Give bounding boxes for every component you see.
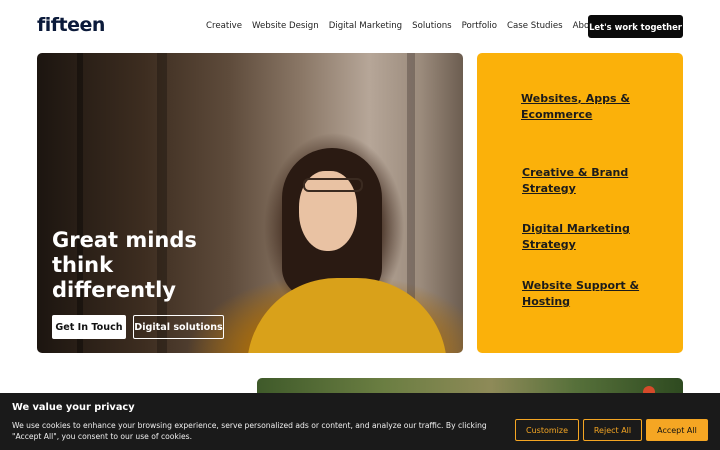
nav-item-portfolio[interactable]: Portfolio [462, 21, 497, 31]
link-separator: , [577, 92, 586, 105]
cookie-title: We value your privacy [12, 402, 135, 413]
nav-item-solutions[interactable]: Solutions [412, 21, 452, 31]
hero-title: Great minds think differently [52, 228, 197, 302]
get-in-touch-button[interactable]: Get In Touch [52, 315, 126, 339]
apps-link-part[interactable]: Apps [586, 92, 617, 105]
digital-solutions-button[interactable]: Digital solutions [133, 315, 224, 339]
background-building [157, 53, 167, 353]
nav-item-case-studies[interactable]: Case Studies [507, 21, 563, 31]
accept-all-button[interactable]: Accept All [646, 419, 708, 441]
customize-button[interactable]: Customize [515, 419, 579, 441]
services-link-creative-brand-strategy[interactable]: Creative & Brand Strategy [522, 165, 682, 197]
main-nav: Creative Website Design Digital Marketin… [206, 21, 612, 31]
hero-person-glasses [303, 178, 363, 192]
nav-item-creative[interactable]: Creative [206, 21, 242, 31]
cookie-description: We use cookies to enhance your browsing … [12, 421, 487, 441]
hero-banner: Great minds think differently Get In Tou… [37, 53, 463, 353]
services-panel: Websites, Apps & Ecommerce Creative & Br… [477, 53, 683, 353]
hero-person-coat [247, 278, 447, 353]
websites-link-part[interactable]: Websites [521, 92, 578, 105]
nav-item-digital-marketing[interactable]: Digital Marketing [329, 21, 402, 31]
background-building [77, 53, 83, 353]
nav-item-website-design[interactable]: Website Design [252, 21, 319, 31]
reject-all-button[interactable]: Reject All [583, 419, 642, 441]
services-link-website-support-hosting[interactable]: Website Support & Hosting [522, 278, 642, 310]
cookie-consent-banner: We value your privacy We use cookies to … [0, 393, 720, 450]
lets-work-together-button[interactable]: Let's work together [588, 15, 683, 38]
services-link-digital-marketing-strategy[interactable]: Digital Marketing Strategy [522, 221, 682, 253]
services-link-websites-apps-ecommerce[interactable]: Websites, Apps & Ecommerce [521, 91, 641, 123]
logo[interactable]: fifteen [37, 14, 105, 36]
